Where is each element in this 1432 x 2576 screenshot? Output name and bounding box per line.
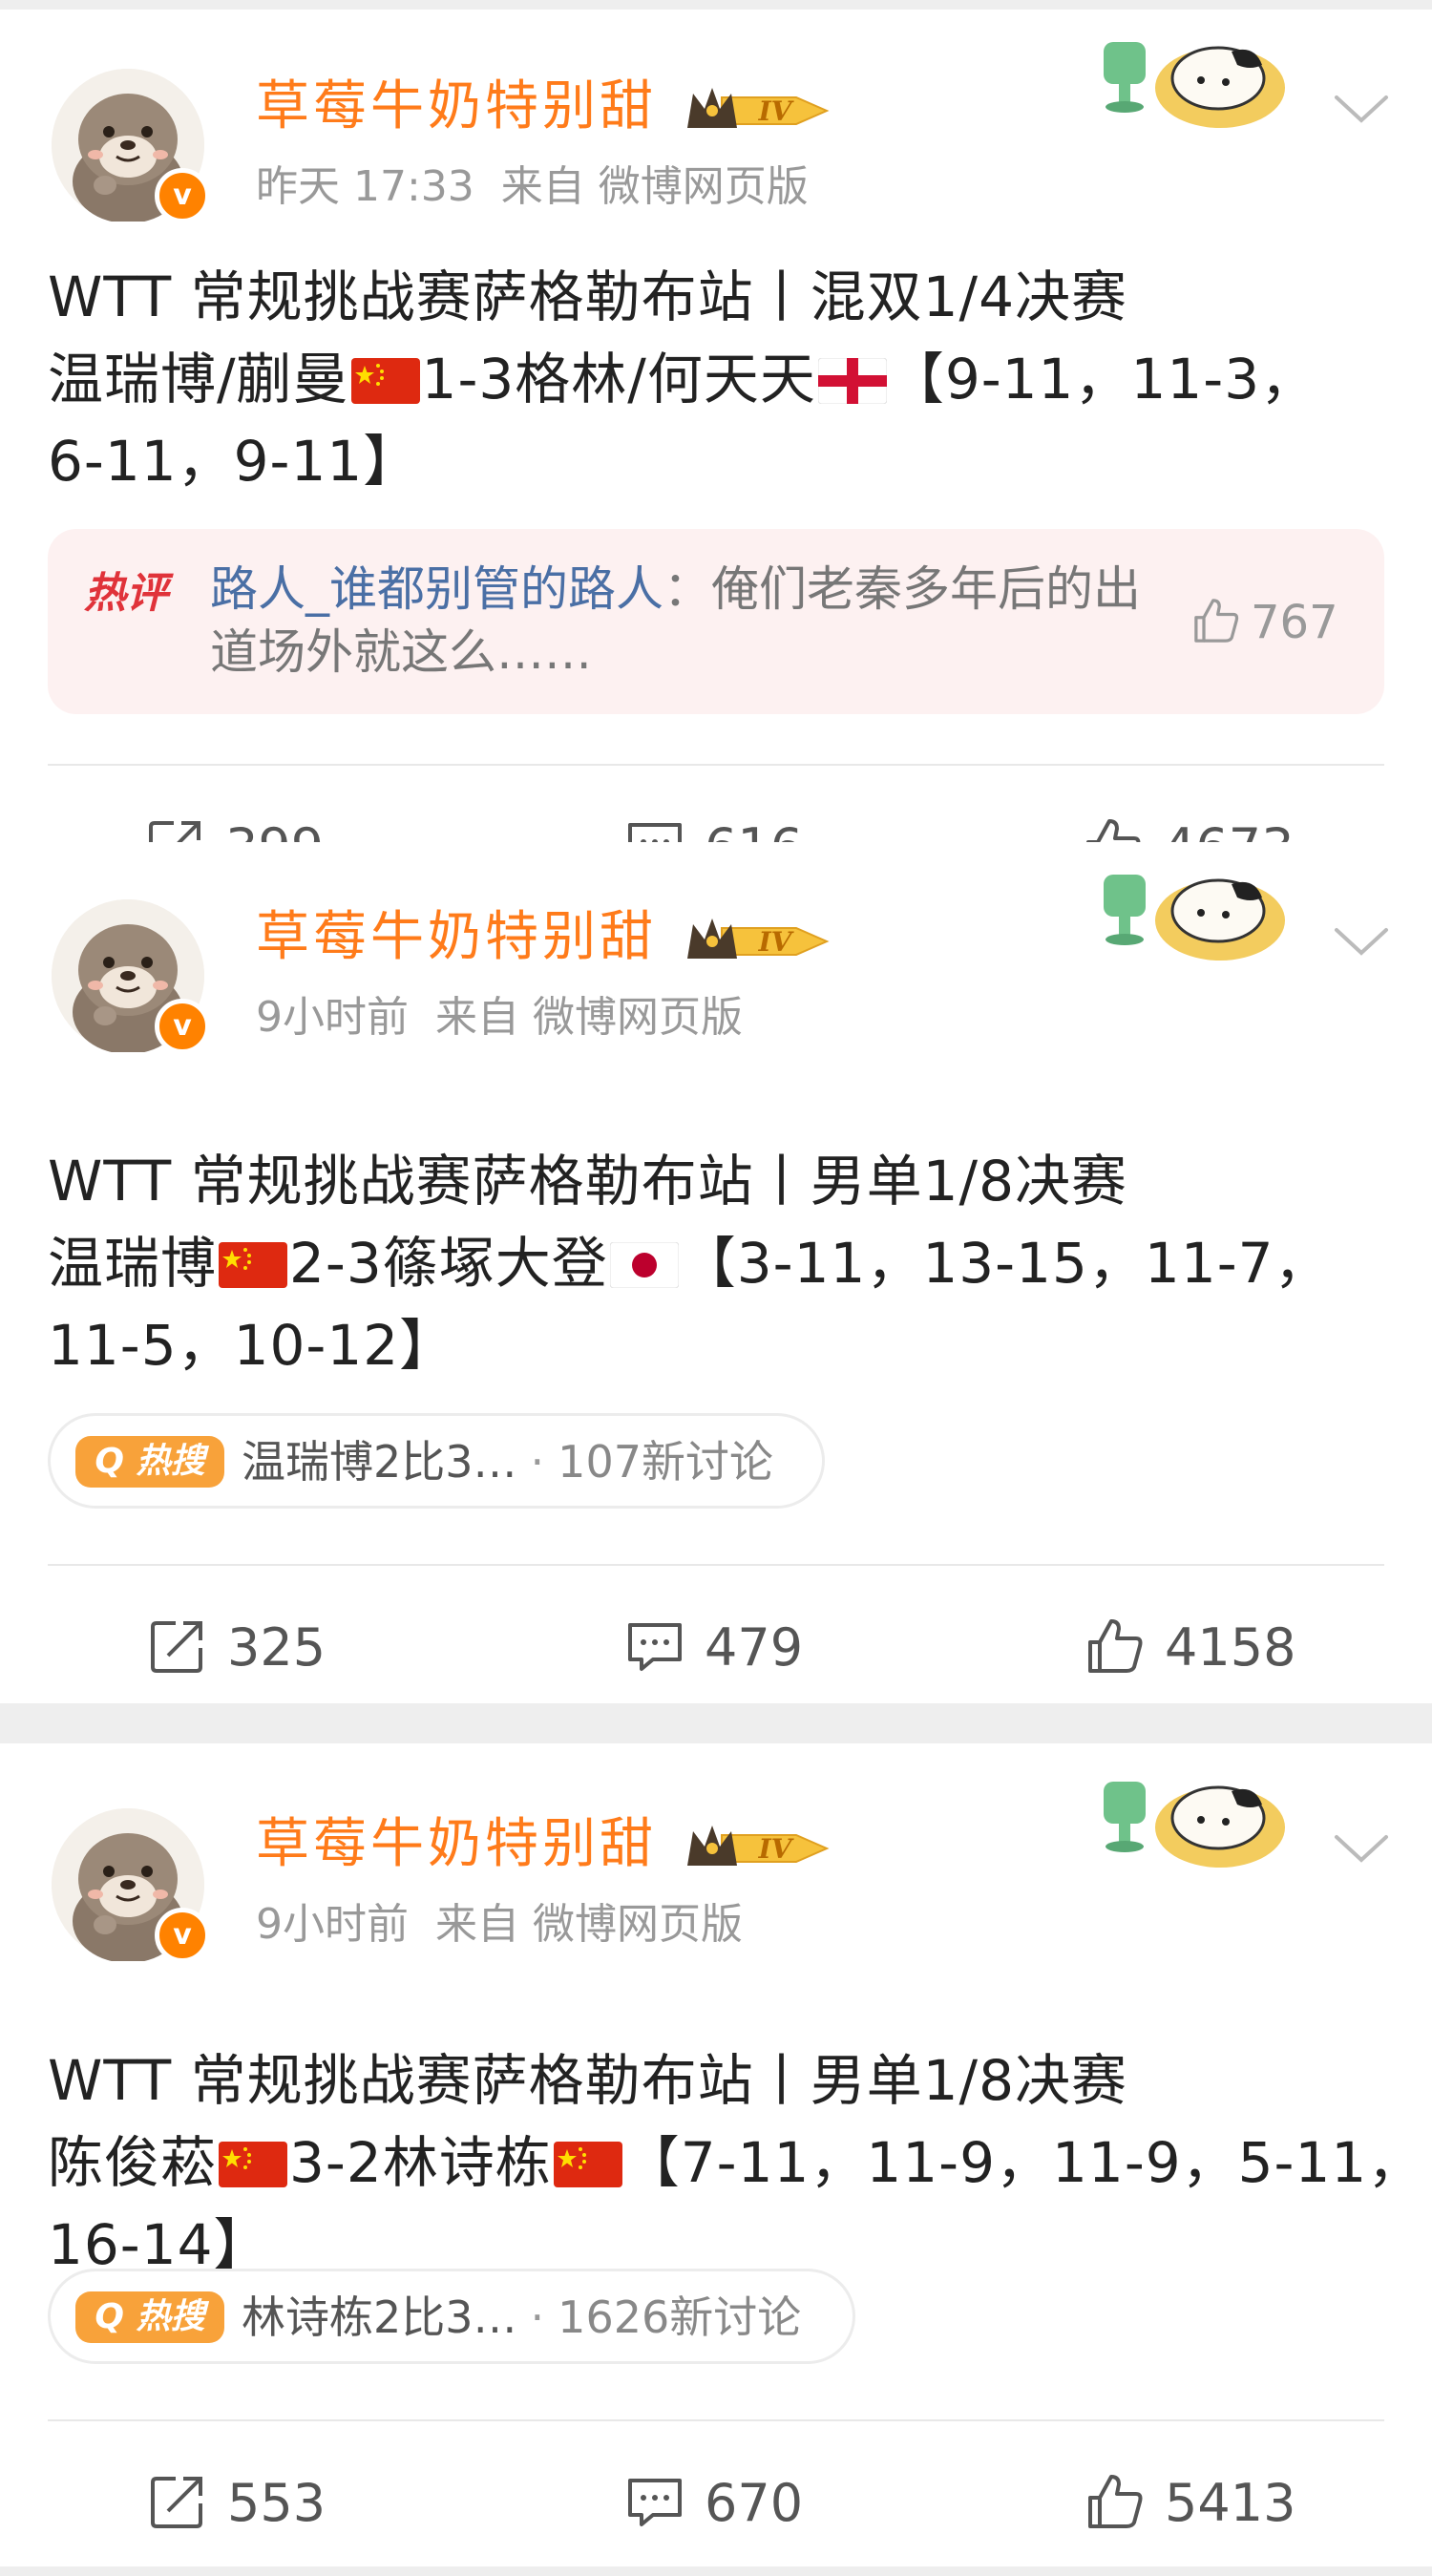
post-meta: 9小时前 来自 微博网页版 bbox=[256, 989, 743, 1046]
post-time: 9小时前 bbox=[256, 1900, 409, 1949]
post-source: 来自 微博网页版 bbox=[500, 162, 809, 211]
weibo-post: v 草莓牛奶特别甜 9小时前 来自 微博网页版 WTT 常规挑战赛萨格勒布站丨男单… bbox=[0, 842, 1432, 1703]
avatar[interactable]: v bbox=[52, 899, 210, 1054]
hot-comment[interactable]: 热评 路人_谁都别管的路人：俺们老秦多年后的出道场外就这么…… 767 bbox=[48, 529, 1384, 714]
game-scores: 【9-11，11-3， bbox=[888, 347, 1317, 412]
comment-icon bbox=[624, 1615, 685, 1677]
author-name[interactable]: 草莓牛奶特别甜 bbox=[256, 1806, 657, 1883]
avatar[interactable]: v bbox=[52, 69, 210, 223]
like-button[interactable]: 4158 bbox=[1085, 1610, 1295, 1686]
author-name[interactable]: 草莓牛奶特别甜 bbox=[256, 69, 657, 145]
comment-count: 670 bbox=[705, 2473, 804, 2533]
post-source: 来自 微博网页版 bbox=[435, 1900, 743, 1949]
hot-comment-user[interactable]: 路人_谁都别管的路人 bbox=[210, 561, 663, 617]
score-text: 2-3篠塚大登 bbox=[289, 1231, 608, 1296]
china-flag-icon bbox=[219, 2142, 287, 2187]
crown-level-icon bbox=[684, 911, 838, 972]
hot-search-text: 温瑞博2比3… · 107新讨论 bbox=[242, 1436, 773, 1488]
repost-icon bbox=[147, 1615, 208, 1677]
sticker-decoration-icon bbox=[1098, 1763, 1289, 1877]
hot-search-text: 林诗栋2比3… · 1626新讨论 bbox=[242, 2291, 802, 2343]
weibo-post: v 草莓牛奶特别甜 昨天 17:33 来自 微博网页版 WTT 常规挑战赛萨格勒布… bbox=[0, 10, 1432, 877]
hot-search-chip[interactable]: Q 热搜 林诗栋2比3… · 1626新讨论 bbox=[48, 2269, 855, 2364]
score-text: 1-3格林/何天天 bbox=[421, 347, 816, 412]
post-source: 来自 微博网页版 bbox=[435, 993, 743, 1042]
like-count: 5413 bbox=[1165, 2473, 1296, 2533]
repost-count: 553 bbox=[227, 2473, 326, 2533]
hot-search-tag: Q 热搜 bbox=[75, 2291, 224, 2343]
sticker-decoration-icon bbox=[1098, 23, 1289, 137]
post-content[interactable]: WTT 常规挑战赛萨格勒布站丨男单1/8决赛 陈俊菘 3-2林诗栋 【7-11，11… bbox=[48, 2039, 1422, 2286]
content-line: 6-11，9-11】 bbox=[48, 429, 420, 494]
like-icon bbox=[1191, 596, 1241, 645]
verified-badge: v bbox=[155, 999, 210, 1054]
like-icon bbox=[1085, 1615, 1146, 1677]
repost-button[interactable]: 325 bbox=[147, 1610, 326, 1686]
crown-level-icon bbox=[684, 80, 838, 141]
chevron-down-icon[interactable] bbox=[1331, 922, 1392, 961]
content-line: WTT 常规挑战赛萨格勒布站丨混双1/4决赛 bbox=[48, 264, 1127, 329]
content-line: WTT 常规挑战赛萨格勒布站丨男单1/8决赛 bbox=[48, 1149, 1127, 1214]
hot-comment-tag: 热评 bbox=[84, 569, 168, 618]
hot-search-tag: Q 热搜 bbox=[75, 1436, 224, 1488]
hot-search-topic: 温瑞博2比3… bbox=[242, 1436, 517, 1488]
england-flag-icon bbox=[818, 358, 887, 404]
china-flag-icon bbox=[351, 358, 420, 404]
content-line: 陈俊菘 3-2林诗栋 【7-11，11-9，11-9，5-11， bbox=[48, 2122, 1422, 2204]
hot-comment-like[interactable]: 767 bbox=[1191, 596, 1338, 649]
like-button[interactable]: 5413 bbox=[1085, 2465, 1295, 2542]
hot-search-chip[interactable]: Q 热搜 温瑞博2比3… · 107新讨论 bbox=[48, 1413, 825, 1509]
japan-flag-icon bbox=[610, 1242, 679, 1288]
china-flag-icon bbox=[219, 1242, 287, 1288]
repost-count: 325 bbox=[227, 1617, 326, 1678]
game-scores: 【3-11，13-15，11-7， bbox=[680, 1231, 1331, 1296]
like-count: 4158 bbox=[1165, 1617, 1296, 1678]
verified-badge: v bbox=[155, 168, 210, 223]
crown-level-icon bbox=[684, 1818, 838, 1879]
divider bbox=[48, 2419, 1384, 2421]
hot-search-count: 1626新讨论 bbox=[558, 2291, 802, 2343]
hot-comment-like-count: 767 bbox=[1251, 596, 1338, 649]
author-name[interactable]: 草莓牛奶特别甜 bbox=[256, 899, 657, 976]
post-content[interactable]: WTT 常规挑战赛萨格勒布站丨男单1/8决赛 温瑞博 2-3篠塚大登 【3-11，1… bbox=[48, 1140, 1394, 1386]
avatar[interactable]: v bbox=[52, 1808, 210, 1963]
comment-icon bbox=[624, 2471, 685, 2532]
sticker-decoration-icon bbox=[1098, 855, 1289, 970]
comment-count: 479 bbox=[705, 1617, 804, 1678]
comment-button[interactable]: 479 bbox=[624, 1610, 803, 1686]
hot-search-count: 107新讨论 bbox=[558, 1436, 773, 1488]
repost-icon bbox=[147, 2471, 208, 2532]
repost-button[interactable]: 553 bbox=[147, 2465, 326, 2542]
post-time: 9小时前 bbox=[256, 993, 409, 1042]
chevron-down-icon[interactable] bbox=[1331, 90, 1392, 128]
players-text: 陈俊菘 bbox=[48, 2130, 218, 2195]
content-line: WTT 常规挑战赛萨格勒布站丨男单1/8决赛 bbox=[48, 2048, 1127, 2113]
like-icon bbox=[1085, 2471, 1146, 2532]
content-line: 11-5，10-12】 bbox=[48, 1313, 456, 1378]
divider bbox=[48, 1564, 1384, 1566]
content-line: 温瑞博/蒯曼 1-3格林/何天天 【9-11，11-3， bbox=[48, 338, 1394, 420]
china-flag-icon bbox=[554, 2142, 622, 2187]
comment-button[interactable]: 670 bbox=[624, 2465, 803, 2542]
divider bbox=[48, 764, 1384, 766]
post-meta: 9小时前 来自 微博网页版 bbox=[256, 1896, 743, 1953]
score-text: 3-2林诗栋 bbox=[289, 2130, 552, 2195]
game-scores: 【7-11，11-9，11-9，5-11， bbox=[623, 2130, 1424, 2195]
verified-badge: v bbox=[155, 1908, 210, 1963]
post-meta: 昨天 17:33 来自 微博网页版 bbox=[256, 158, 809, 216]
chevron-down-icon[interactable] bbox=[1331, 1829, 1392, 1868]
content-line: 温瑞博 2-3篠塚大登 【3-11，13-15，11-7， bbox=[48, 1222, 1394, 1304]
hot-comment-text: 路人_谁都别管的路人：俺们老秦多年后的出道场外就这么…… bbox=[210, 558, 1165, 684]
weibo-post: v 草莓牛奶特别甜 9小时前 来自 微博网页版 WTT 常规挑战赛萨格勒布站丨男单… bbox=[0, 1743, 1432, 2566]
players-text: 温瑞博/蒯曼 bbox=[48, 347, 349, 412]
post-content[interactable]: WTT 常规挑战赛萨格勒布站丨混双1/4决赛 温瑞博/蒯曼 1-3格林/何天天 【9… bbox=[48, 256, 1394, 502]
players-text: 温瑞博 bbox=[48, 1231, 218, 1296]
hot-search-topic: 林诗栋2比3… bbox=[242, 2291, 517, 2343]
post-time: 昨天 17:33 bbox=[256, 162, 474, 211]
